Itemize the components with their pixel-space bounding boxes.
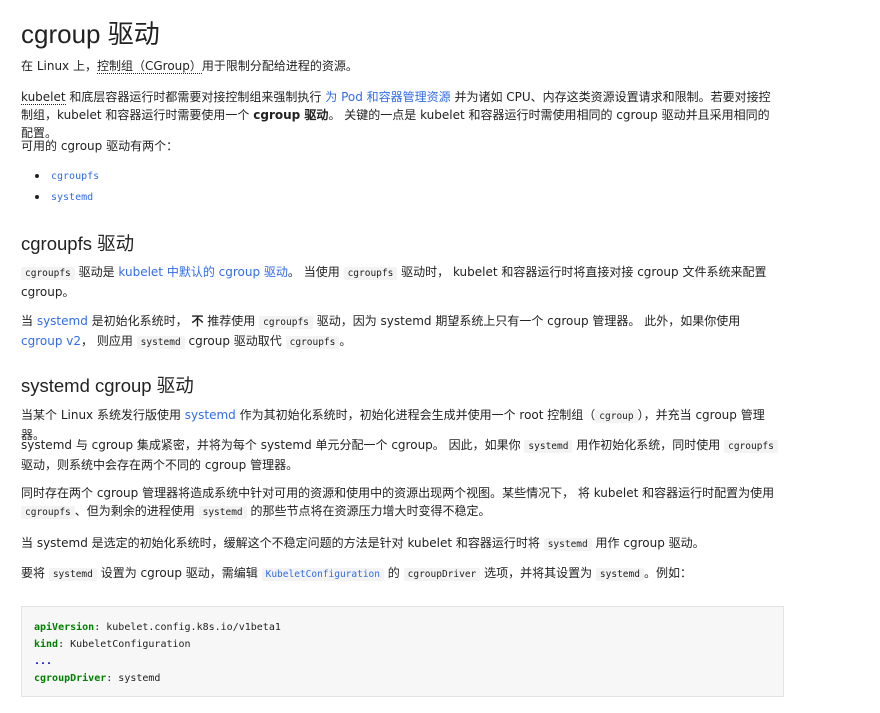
text: 是初始化系统时，: [87, 314, 192, 328]
glossary-term-cgroup[interactable]: 控制组（CGroup）: [96, 59, 202, 74]
kubelet-configuration-link[interactable]: KubeletConfiguration: [261, 566, 384, 581]
text: 用作 cgroup 驱动。: [591, 536, 705, 550]
text: 。: [339, 334, 352, 348]
default-driver-link[interactable]: kubelet 中默认的 cgroup 驱动: [118, 265, 288, 279]
text: 驱动，则系统中会存在两个不同的 cgroup 管理器。: [21, 458, 299, 472]
intro-paragraph: 在 Linux 上，控制组（CGroup）用于限制分配给进程的资源。: [21, 57, 781, 75]
bold-text: cgroup 驱动: [253, 108, 329, 122]
manage-resources-link[interactable]: 为 Pod 和容器管理资源: [325, 90, 450, 104]
inline-code: cgroupfs: [343, 267, 398, 280]
inline-code: cgroup: [595, 410, 638, 423]
driver-link-systemd[interactable]: systemd: [51, 192, 93, 203]
yaml-code-block: apiVersion: kubelet.config.k8s.io/v1beta…: [21, 606, 784, 697]
cgroupfs-paragraph-2: 当 systemd 是初始化系统时， 不 推荐使用 cgroupfs 驱动，因为…: [21, 312, 781, 352]
cgroup-v2-link[interactable]: cgroup v2: [21, 334, 81, 348]
systemd-paragraph-4: 当 systemd 是选定的初始化系统时，缓解这个不稳定问题的方法是针对 kub…: [21, 534, 781, 554]
inline-code-link: KubeletConfiguration: [261, 568, 384, 581]
inline-code: systemd: [136, 336, 185, 349]
text: 。例如：: [643, 566, 692, 580]
drivers-intro: 可用的 cgroup 驱动有两个：: [21, 139, 179, 153]
code-line: cgroupDriver: systemd: [34, 673, 161, 684]
intro-suffix: 用于限制分配给进程的资源。: [201, 59, 358, 73]
yaml-value: KubeletConfiguration: [64, 639, 191, 650]
text: 同时存在两个 cgroup 管理器将造成系统中针对可用的资源和使用中的资源出现两…: [21, 486, 775, 500]
text: ， 则应用: [81, 334, 137, 348]
systemd-paragraph-2: systemd 与 cgroup 集成紧密，并将为每个 systemd 单元分配…: [21, 436, 781, 474]
doc-page: cgroup 驱动 在 Linux 上，控制组（CGroup）用于限制分配给进程…: [0, 0, 880, 713]
text: 选项，并将其设置为: [480, 566, 596, 580]
yaml-value: kubelet.config.k8s.io/v1beta1: [100, 622, 281, 633]
inline-code: systemd: [48, 568, 97, 581]
text: 和底层容器运行时都需要对接控制组来强制执行: [65, 90, 326, 104]
inline-code: cgroupfs: [724, 440, 778, 453]
text: 驱动是: [74, 265, 119, 279]
text: 作为其初始化系统时，初始化进程会生成并使用一个 root 控制组（: [235, 408, 596, 422]
inline-code: cgroupfs: [259, 316, 313, 329]
inline-code: systemd: [595, 568, 644, 581]
inline-code: cgroupfs: [21, 506, 75, 519]
code-line: kind: KubeletConfiguration: [34, 639, 191, 650]
inline-code: systemd: [524, 440, 573, 453]
text: 的那些节点将在资源压力增大时变得不稳定。: [246, 504, 491, 518]
intro-prefix: 在 Linux 上，: [21, 59, 97, 73]
kubelet-paragraph: kubelet 和底层容器运行时都需要对接控制组来强制执行 为 Pod 和容器管…: [21, 88, 781, 142]
text: 要将: [21, 566, 49, 580]
text: 当: [21, 314, 37, 328]
text: 当 systemd 是选定的初始化系统时，缓解这个不稳定问题的方法是针对 kub…: [21, 536, 544, 550]
systemd-paragraph-3: 同时存在两个 cgroup 管理器将造成系统中针对可用的资源和使用中的资源出现两…: [21, 484, 781, 522]
bold-text: 不: [191, 314, 204, 328]
text: 用作初始化系统，同时使用: [572, 438, 725, 452]
section-heading-systemd: systemd cgroup 驱动: [21, 375, 194, 396]
systemd-link[interactable]: systemd: [37, 314, 88, 328]
text: 设置为 cgroup 驱动，需编辑: [96, 566, 262, 580]
yaml-document-marker: ...: [34, 656, 53, 667]
list-item: cgroupfs: [35, 166, 99, 187]
inline-code: systemd: [543, 538, 592, 551]
glossary-term-kubelet[interactable]: kubelet: [21, 90, 66, 105]
systemd-paragraph-5: 要将 systemd 设置为 cgroup 驱动，需编辑 KubeletConf…: [21, 564, 781, 584]
text: 推荐使用: [203, 314, 260, 328]
inline-code: cgroupfs: [21, 267, 75, 280]
inline-code: systemd: [198, 506, 247, 519]
list-item: systemd: [35, 187, 99, 208]
text: 、但为剩余的进程使用: [74, 504, 199, 518]
inline-code: cgroupDriver: [403, 568, 481, 581]
cgroupfs-paragraph-1: cgroupfs 驱动是 kubelet 中默认的 cgroup 驱动。 当使用…: [21, 263, 781, 301]
text: 当某个 Linux 系统发行版使用: [21, 408, 185, 422]
yaml-key: kind: [34, 639, 59, 650]
yaml-value: systemd: [112, 673, 161, 684]
systemd-link[interactable]: systemd: [185, 408, 236, 422]
text: 的: [383, 566, 404, 580]
inline-code: cgroupfs: [285, 336, 340, 349]
section-heading-cgroupfs: cgroupfs 驱动: [21, 233, 135, 254]
code-line: apiVersion: kubelet.config.k8s.io/v1beta…: [34, 622, 281, 633]
yaml-key: apiVersion: [34, 622, 95, 633]
drivers-list: cgroupfs systemd: [35, 166, 99, 208]
text: 驱动，因为 systemd 期望系统上只有一个 cgroup 管理器。 此外，如…: [312, 314, 741, 328]
text: systemd 与 cgroup 集成紧密，并将为每个 systemd 单元分配…: [21, 438, 525, 452]
text: 。 当使用: [287, 265, 344, 279]
page-title: cgroup 驱动: [21, 19, 160, 49]
code-line: ...: [34, 653, 771, 670]
text: cgroup 驱动取代: [184, 334, 286, 348]
driver-link-cgroupfs[interactable]: cgroupfs: [51, 171, 99, 182]
yaml-key: cgroupDriver: [34, 673, 107, 684]
